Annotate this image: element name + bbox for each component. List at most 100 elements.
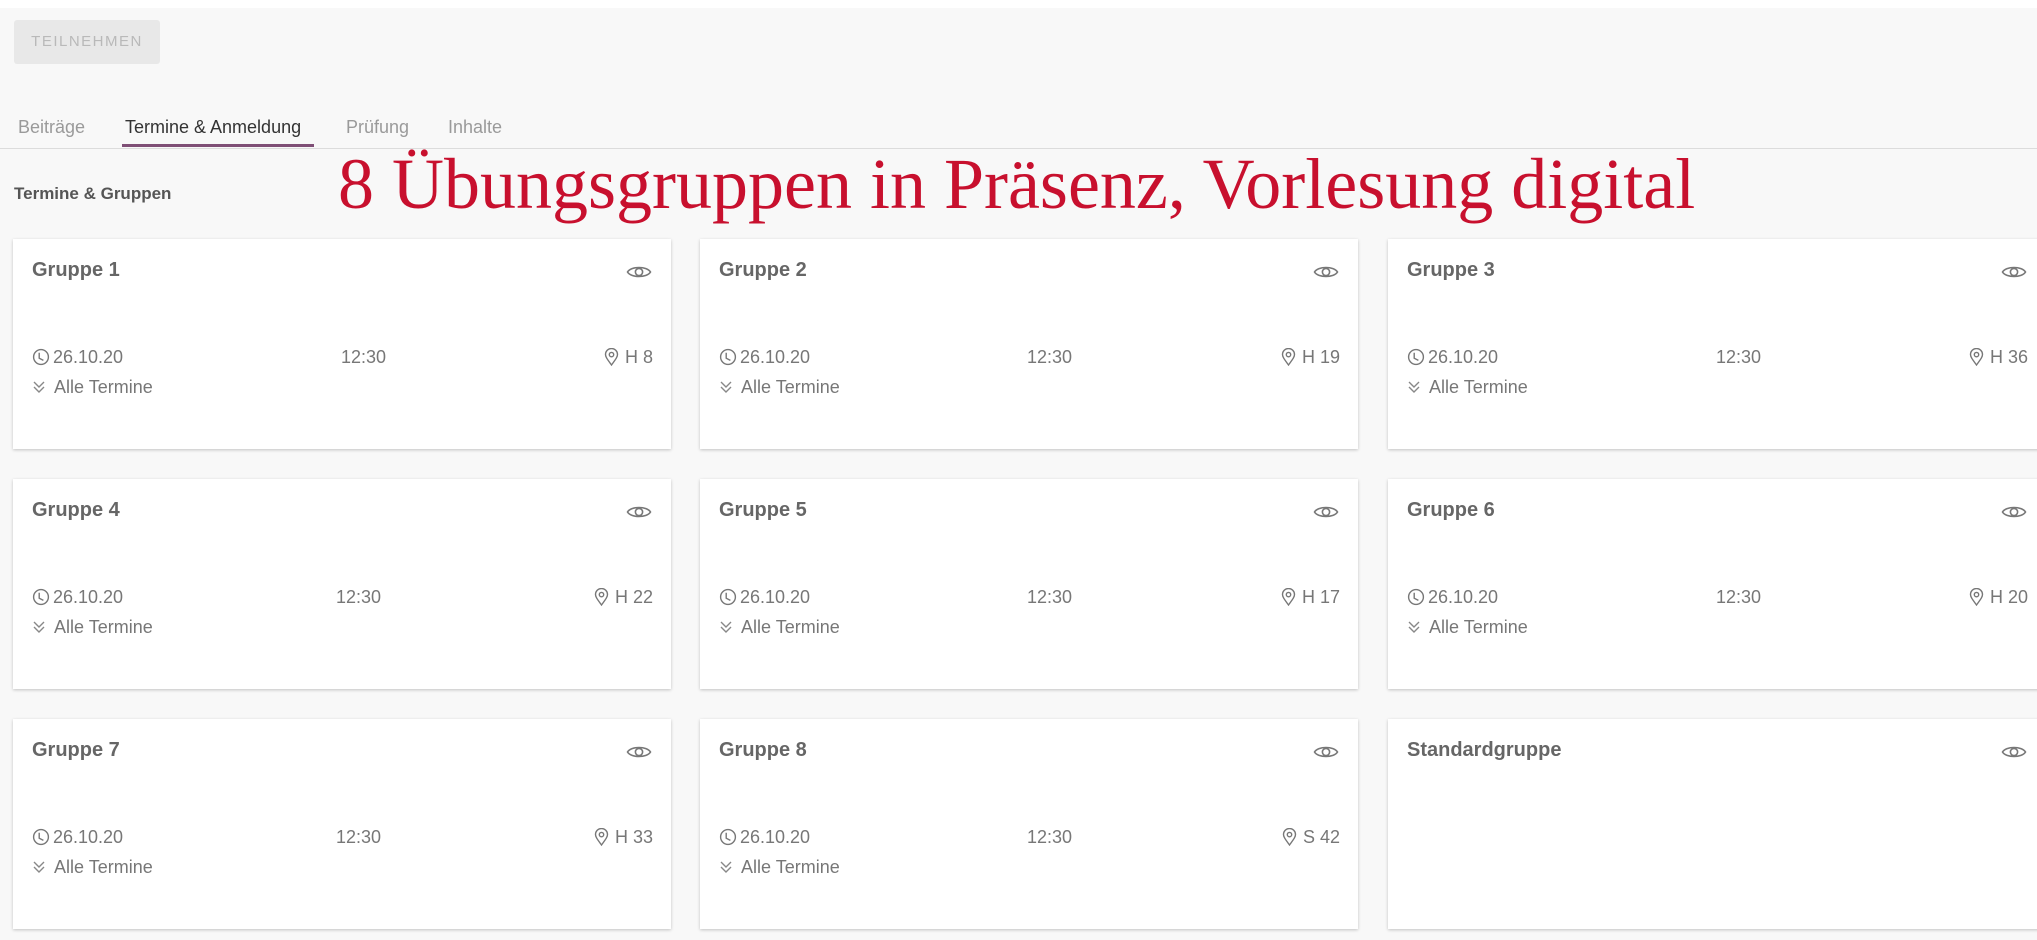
group-date: 26.10.20 <box>1407 587 1498 608</box>
group-room: H 8 <box>604 347 653 368</box>
tab-inhalte[interactable]: Inhalte <box>448 117 502 138</box>
group-room: S 42 <box>1282 827 1340 848</box>
location-pin-icon <box>1969 587 1984 607</box>
group-date-text: 26.10.20 <box>1428 347 1499 367</box>
course-page: TEILNEHMEN Beiträge Termine & Anmeldung … <box>0 8 2037 940</box>
eye-icon[interactable] <box>626 503 652 521</box>
eye-icon[interactable] <box>626 743 652 761</box>
location-pin-icon <box>594 827 609 847</box>
eye-icon[interactable] <box>626 263 652 281</box>
all-dates-toggle[interactable]: Alle Termine <box>32 377 153 398</box>
group-title: Gruppe 1 <box>32 259 120 281</box>
group-time: 12:30 <box>1716 587 1762 607</box>
all-dates-label: Alle Termine <box>741 617 840 637</box>
tab-bar: Beiträge Termine & Anmeldung Prüfung Inh… <box>0 106 2037 149</box>
clock-icon <box>32 588 50 606</box>
clock-icon <box>1407 348 1425 366</box>
location-pin-icon <box>1281 587 1296 607</box>
group-card[interactable]: Gruppe 5 26.10.20 12:30 H 17 Alle Termine <box>700 479 1358 689</box>
group-room: H 36 <box>1969 347 2028 368</box>
clock-icon <box>1407 588 1425 606</box>
group-title: Gruppe 7 <box>32 739 120 761</box>
location-pin-icon <box>1282 827 1297 847</box>
group-time: 12:30 <box>1027 587 1073 607</box>
location-pin-icon <box>594 587 609 607</box>
double-chevron-down-icon <box>32 618 46 633</box>
clock-icon <box>32 828 50 846</box>
all-dates-label: Alle Termine <box>54 617 153 637</box>
double-chevron-down-icon <box>1407 618 1421 633</box>
all-dates-toggle[interactable]: Alle Termine <box>32 617 153 638</box>
group-card[interactable]: Gruppe 1 26.10.20 12:30 H 8 Alle Termine <box>13 239 671 449</box>
overlay-caption: 8 Übungsgruppen in Präsenz, Vorlesung di… <box>338 144 1696 224</box>
group-room: H 19 <box>1281 347 1340 368</box>
clock-icon <box>719 348 737 366</box>
group-room-text: H 8 <box>624 347 653 367</box>
group-date: 26.10.20 <box>719 347 810 368</box>
group-title: Gruppe 2 <box>719 259 807 281</box>
group-card[interactable]: Standardgruppe <box>1388 719 2037 929</box>
group-date-text: 26.10.20 <box>1428 587 1499 607</box>
eye-icon[interactable] <box>2001 503 2027 521</box>
group-title: Gruppe 4 <box>32 499 120 521</box>
group-title: Standardgruppe <box>1407 739 1562 761</box>
all-dates-label: Alle Termine <box>1429 617 1528 637</box>
group-card[interactable]: Gruppe 6 26.10.20 12:30 H 20 Alle Termine <box>1388 479 2037 689</box>
group-date-text: 26.10.20 <box>740 587 811 607</box>
group-room-text: H 33 <box>614 827 653 847</box>
group-date-text: 26.10.20 <box>740 827 811 847</box>
group-room: H 22 <box>594 587 653 608</box>
group-room-text: S 42 <box>1302 827 1340 847</box>
double-chevron-down-icon <box>719 618 733 633</box>
group-card[interactable]: Gruppe 7 26.10.20 12:30 H 33 Alle Termine <box>13 719 671 929</box>
group-card[interactable]: Gruppe 3 26.10.20 12:30 H 36 Alle Termine <box>1388 239 2037 449</box>
group-date: 26.10.20 <box>32 827 123 848</box>
group-date-text: 26.10.20 <box>53 587 124 607</box>
all-dates-toggle[interactable]: Alle Termine <box>719 617 840 638</box>
group-room: H 33 <box>594 827 653 848</box>
all-dates-toggle[interactable]: Alle Termine <box>32 857 153 878</box>
eye-icon[interactable] <box>1313 743 1339 761</box>
all-dates-toggle[interactable]: Alle Termine <box>719 857 840 878</box>
group-room-text: H 22 <box>614 587 653 607</box>
join-button[interactable]: TEILNEHMEN <box>14 20 160 64</box>
group-time: 12:30 <box>341 347 387 367</box>
all-dates-toggle[interactable]: Alle Termine <box>1407 377 1528 398</box>
tab-beitraege[interactable]: Beiträge <box>18 117 85 138</box>
section-title: Termine & Gruppen <box>14 184 172 203</box>
all-dates-toggle[interactable]: Alle Termine <box>719 377 840 398</box>
group-time: 12:30 <box>1027 347 1073 367</box>
clock-icon <box>32 348 50 366</box>
group-title: Gruppe 6 <box>1407 499 1495 521</box>
group-date: 26.10.20 <box>719 587 810 608</box>
group-card[interactable]: Gruppe 4 26.10.20 12:30 H 22 Alle Termine <box>13 479 671 689</box>
clock-icon <box>719 588 737 606</box>
tab-pruefung[interactable]: Prüfung <box>346 117 409 138</box>
group-card[interactable]: Gruppe 2 26.10.20 12:30 H 19 Alle Termine <box>700 239 1358 449</box>
double-chevron-down-icon <box>1407 378 1421 393</box>
all-dates-label: Alle Termine <box>741 857 840 877</box>
group-card[interactable]: Gruppe 8 26.10.20 12:30 S 42 Alle Termine <box>700 719 1358 929</box>
tab-termine-anmeldung[interactable]: Termine & Anmeldung <box>125 117 301 138</box>
group-room: H 20 <box>1969 587 2028 608</box>
group-time: 12:30 <box>1027 827 1073 847</box>
group-date-text: 26.10.20 <box>53 827 124 847</box>
group-title: Gruppe 5 <box>719 499 807 521</box>
group-date: 26.10.20 <box>719 827 810 848</box>
group-time: 12:30 <box>336 587 382 607</box>
group-date: 26.10.20 <box>32 587 123 608</box>
all-dates-label: Alle Termine <box>54 857 153 877</box>
double-chevron-down-icon <box>719 858 733 873</box>
all-dates-toggle[interactable]: Alle Termine <box>1407 617 1528 638</box>
all-dates-label: Alle Termine <box>1429 377 1528 397</box>
group-date-text: 26.10.20 <box>740 347 811 367</box>
group-date: 26.10.20 <box>1407 347 1498 368</box>
double-chevron-down-icon <box>32 378 46 393</box>
eye-icon[interactable] <box>2001 263 2027 281</box>
eye-icon[interactable] <box>1313 263 1339 281</box>
active-tab-indicator <box>122 144 314 147</box>
eye-icon[interactable] <box>1313 503 1339 521</box>
group-date-text: 26.10.20 <box>53 347 124 367</box>
group-room-text: H 36 <box>1989 347 2028 367</box>
eye-icon[interactable] <box>2001 743 2027 761</box>
